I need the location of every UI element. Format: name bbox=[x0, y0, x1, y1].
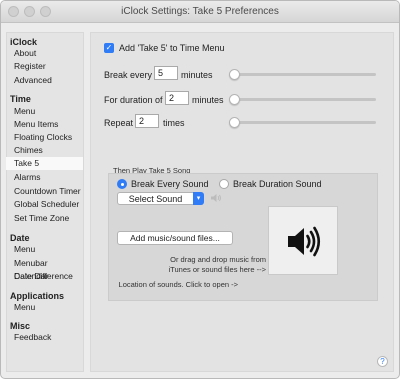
repeat-slider[interactable] bbox=[234, 121, 376, 124]
radio-button-selected[interactable] bbox=[117, 179, 127, 189]
sounds-location-link[interactable]: Location of sounds. Click to open -> bbox=[114, 280, 238, 290]
sidebar-item-global-scheduler[interactable]: Global Scheduler bbox=[6, 198, 83, 211]
sidebar-item-chimes[interactable]: Chimes bbox=[6, 144, 83, 157]
duration-slider-knob[interactable] bbox=[229, 94, 240, 105]
sidebar-item-countdown-timer[interactable]: Countdown Timer bbox=[6, 185, 83, 198]
sidebar-item-floating-clocks[interactable]: Floating Clocks bbox=[6, 131, 83, 144]
repeat-field[interactable]: 2 bbox=[135, 114, 159, 128]
sound-select[interactable]: Select Sound ▾ bbox=[117, 192, 204, 205]
drag-drop-line-2: iTunes or sound files here --> bbox=[168, 265, 266, 274]
sidebar-item-date-menu[interactable]: Menu bbox=[6, 243, 83, 256]
sidebar-heading: Applications bbox=[10, 291, 65, 301]
sidebar-item-menu-items[interactable]: Menu Items bbox=[6, 118, 83, 131]
repeat-slider-knob[interactable] bbox=[229, 117, 240, 128]
add-to-menu-label: Add 'Take 5' to Time Menu bbox=[119, 43, 225, 53]
break-every-slider-knob[interactable] bbox=[229, 69, 240, 80]
break-every-slider[interactable] bbox=[234, 73, 376, 76]
break-every-field[interactable]: 5 bbox=[154, 66, 178, 80]
sidebar-item-applications-menu[interactable]: Menu bbox=[6, 301, 83, 314]
window-title: iClock Settings: Take 5 Preferences bbox=[121, 6, 279, 17]
add-music-files-button[interactable]: Add music/sound files... bbox=[117, 231, 233, 245]
add-to-menu-row[interactable]: ✓ Add 'Take 5' to Time Menu bbox=[104, 43, 225, 53]
sidebar-item-date-difference[interactable]: Date Difference bbox=[6, 270, 83, 283]
sidebar-item-alarms[interactable]: Alarms bbox=[6, 171, 83, 184]
speaker-icon bbox=[210, 193, 222, 205]
break-every-unit: minutes bbox=[181, 70, 213, 80]
repeat-label: Repeat bbox=[104, 118, 134, 128]
help-icon[interactable]: ? bbox=[377, 356, 388, 367]
break-every-label: Break every bbox=[104, 70, 153, 80]
sound-select-value: Select Sound bbox=[128, 194, 183, 204]
sidebar-item-feedback[interactable]: Feedback bbox=[6, 331, 83, 344]
sidebar-item-menubar-calendar[interactable]: Menubar Calendar bbox=[6, 257, 83, 281]
duration-field[interactable]: 2 bbox=[165, 91, 189, 105]
radio-button[interactable] bbox=[219, 179, 229, 189]
sidebar-item-time-menu[interactable]: Menu bbox=[6, 105, 83, 118]
duration-slider[interactable] bbox=[234, 98, 376, 101]
chevron-down-icon[interactable]: ▾ bbox=[193, 192, 204, 205]
radio-break-duration-sound[interactable]: Break Duration Sound bbox=[219, 179, 322, 189]
sidebar-heading: Date bbox=[10, 233, 30, 243]
sidebar-item-advanced[interactable]: Advanced bbox=[6, 74, 83, 87]
drag-drop-hint: Or drag and drop music from iTunes or so… bbox=[118, 255, 266, 275]
duration-label: For duration of bbox=[104, 95, 163, 105]
sidebar-item-register[interactable]: Register bbox=[6, 60, 83, 73]
sidebar-item-about[interactable]: About bbox=[6, 47, 83, 60]
sidebar-heading: Time bbox=[10, 94, 31, 104]
add-to-menu-checkbox[interactable]: ✓ bbox=[104, 43, 114, 53]
sidebar-heading: iClock bbox=[10, 37, 38, 47]
radio-break-every-sound[interactable]: Break Every Sound bbox=[117, 179, 209, 189]
speaker-loud-icon bbox=[288, 226, 321, 257]
sidebar-item-set-time-zone[interactable]: Set Time Zone bbox=[6, 212, 83, 225]
repeat-unit: times bbox=[163, 118, 185, 128]
title-bar: iClock Settings: Take 5 Preferences bbox=[1, 1, 399, 23]
sidebar-heading: Misc bbox=[10, 321, 31, 331]
duration-unit: minutes bbox=[192, 95, 224, 105]
sound-drop-area[interactable] bbox=[268, 206, 338, 275]
radio-break-duration-sound-label: Break Duration Sound bbox=[233, 179, 322, 189]
drag-drop-line-1: Or drag and drop music from bbox=[170, 255, 266, 264]
radio-break-every-sound-label: Break Every Sound bbox=[131, 179, 209, 189]
sidebar-item-take-5[interactable]: Take 5 bbox=[6, 157, 83, 170]
